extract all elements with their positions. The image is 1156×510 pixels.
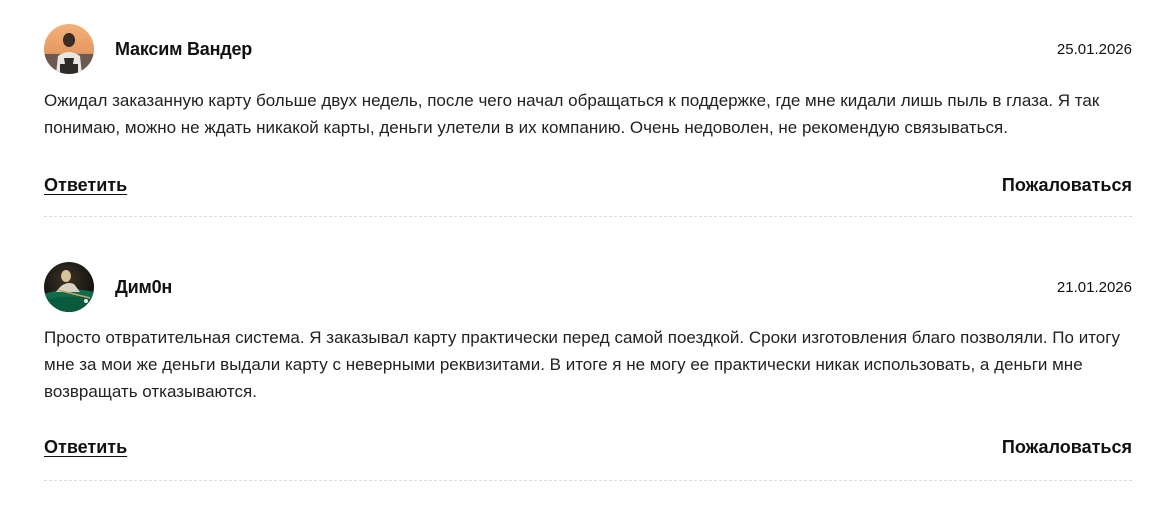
- comment-divider: [44, 480, 1132, 481]
- comment-item: Максим Вандер 25.01.2026 Ожидал заказанн…: [44, 24, 1132, 217]
- comment-text: Ожидал заказанную карту больше двух неде…: [44, 91, 1100, 137]
- author-name: Максим Вандер: [115, 39, 253, 59]
- avatar-photo-icon: [44, 24, 94, 74]
- comment-header: Дим0н 21.01.2026: [44, 262, 1132, 314]
- report-link[interactable]: Пожаловаться: [1002, 175, 1132, 196]
- comment-item: Дим0н 21.01.2026 Просто отвратительная с…: [44, 262, 1132, 481]
- reply-link[interactable]: Ответить: [44, 175, 127, 196]
- comment-date: 21.01.2026: [1056, 279, 1132, 296]
- comment-header: Максим Вандер 25.01.2026: [44, 24, 1132, 76]
- report-link[interactable]: Пожаловаться: [1002, 437, 1132, 458]
- reply-link[interactable]: Ответить: [44, 437, 127, 458]
- comment-divider: [44, 216, 1132, 217]
- avatar-photo-icon: [44, 262, 94, 312]
- author-name: Дим0н: [115, 277, 173, 297]
- avatar: [44, 24, 94, 74]
- comment-actions: Ответить Пожаловаться: [44, 175, 1132, 199]
- comments-list: Максим Вандер 25.01.2026 Ожидал заказанн…: [0, 0, 1156, 510]
- avatar: [44, 262, 94, 312]
- comment-date: 25.01.2026: [1056, 41, 1132, 58]
- comment-text: Просто отвратительная система. Я заказыв…: [44, 328, 1120, 401]
- comment-actions: Ответить Пожаловаться: [44, 437, 1132, 461]
